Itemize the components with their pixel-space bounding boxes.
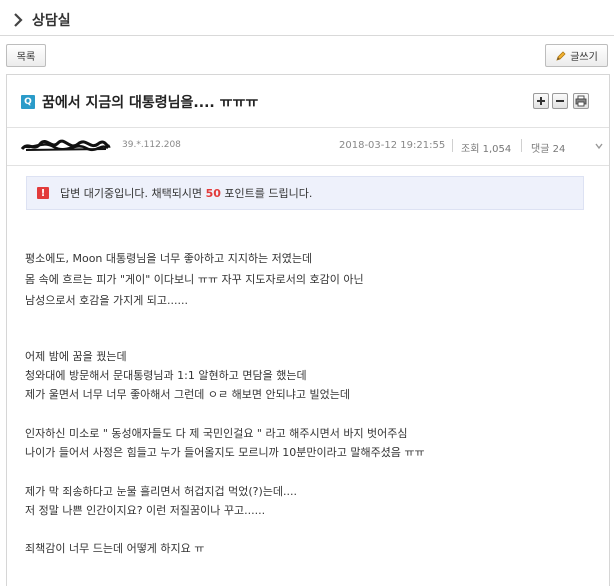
author-nickname-scribble bbox=[20, 139, 111, 152]
body-line: 평소에도, Moon 대통령님을 너무 좋아하고 지지하는 저였는데 bbox=[25, 252, 313, 265]
body-line: 몸 속에 흐르는 피가 "게이" 이다보니 ㅠㅠ 자꾸 지도자로서의 호감이 아… bbox=[25, 273, 364, 286]
body-line: 인자하신 미소로 " 동성애자들도 다 제 국민인걸요 " 라고 해주시면서 바… bbox=[25, 427, 408, 440]
divider bbox=[7, 165, 609, 166]
font-decrease-button[interactable] bbox=[552, 93, 568, 109]
body-line: 청와대에 방문해서 문대통령님과 1:1 알현하고 면담을 했는데 bbox=[25, 369, 307, 382]
divider bbox=[452, 139, 453, 152]
body-line: 저 정말 나쁜 인간이지요? 이런 저질꿈이나 꾸고...... bbox=[25, 504, 266, 517]
breadcrumb: 상담실 bbox=[10, 8, 71, 32]
plus-icon bbox=[537, 97, 545, 105]
body-line: 남성으로서 호감을 가지게 되고...... bbox=[25, 294, 189, 307]
notice-prefix: 답변 대기중입니다. 채택되시면 bbox=[60, 187, 203, 200]
body-line: 죄책감이 너무 드는데 어떻게 하지요 ㅠ bbox=[25, 542, 205, 555]
body-line: 제가 울면서 너무 너무 좋아해서 그런데 ㅇㄹ 해보면 안되냐고 빌었는데 bbox=[25, 388, 350, 401]
author-ip: 39.*.112.208 bbox=[122, 140, 181, 150]
notice-text: 답변 대기중입니다. 채택되시면 50 포인트를 드립니다. bbox=[60, 185, 312, 201]
write-button-label: 글쓰기 bbox=[570, 52, 598, 63]
write-button[interactable]: 글쓰기 bbox=[545, 44, 608, 67]
divider bbox=[7, 127, 609, 128]
chevron-down-icon[interactable] bbox=[594, 141, 604, 151]
post-header: Q 꿈에서 지금의 대통령님을.... ㅠㅠㅠ bbox=[21, 92, 258, 112]
divider bbox=[521, 139, 522, 152]
divider bbox=[0, 35, 614, 36]
list-button-label: 목록 bbox=[16, 52, 36, 63]
font-increase-button[interactable] bbox=[533, 93, 549, 109]
page-title: 상담실 bbox=[32, 13, 71, 29]
post-title: 꿈에서 지금의 대통령님을.... ㅠㅠㅠ bbox=[42, 95, 259, 111]
print-icon bbox=[575, 95, 587, 107]
view-count: 조회 1,054 bbox=[461, 144, 512, 155]
body-line: 어제 밤에 꿈을 꿨는데 bbox=[25, 350, 127, 363]
notice-suffix: 포인트를 드립니다. bbox=[224, 187, 313, 200]
notice-points: 50 bbox=[205, 187, 221, 200]
comment-count-link[interactable]: 댓글 24 bbox=[531, 140, 565, 155]
post-date: 2018-03-12 19:21:55 bbox=[339, 140, 446, 151]
body-line: 나이가 들어서 사정은 힘들고 누가 들어올지도 모르니까 10분만이라고 말해… bbox=[25, 446, 425, 459]
body-line: 제가 막 죄송하다고 눈물 흘리면서 허겁지겁 먹었(?)는데.... bbox=[25, 485, 298, 498]
print-button[interactable] bbox=[573, 93, 589, 109]
chevron-right-icon bbox=[14, 13, 23, 27]
minus-icon bbox=[556, 100, 564, 102]
exclamation-icon: ! bbox=[37, 187, 49, 199]
question-badge: Q bbox=[21, 95, 35, 109]
answer-pending-notice: ! 답변 대기중입니다. 채택되시면 50 포인트를 드립니다. bbox=[26, 176, 584, 210]
list-button[interactable]: 목록 bbox=[6, 44, 46, 67]
pencil-icon bbox=[556, 50, 566, 61]
